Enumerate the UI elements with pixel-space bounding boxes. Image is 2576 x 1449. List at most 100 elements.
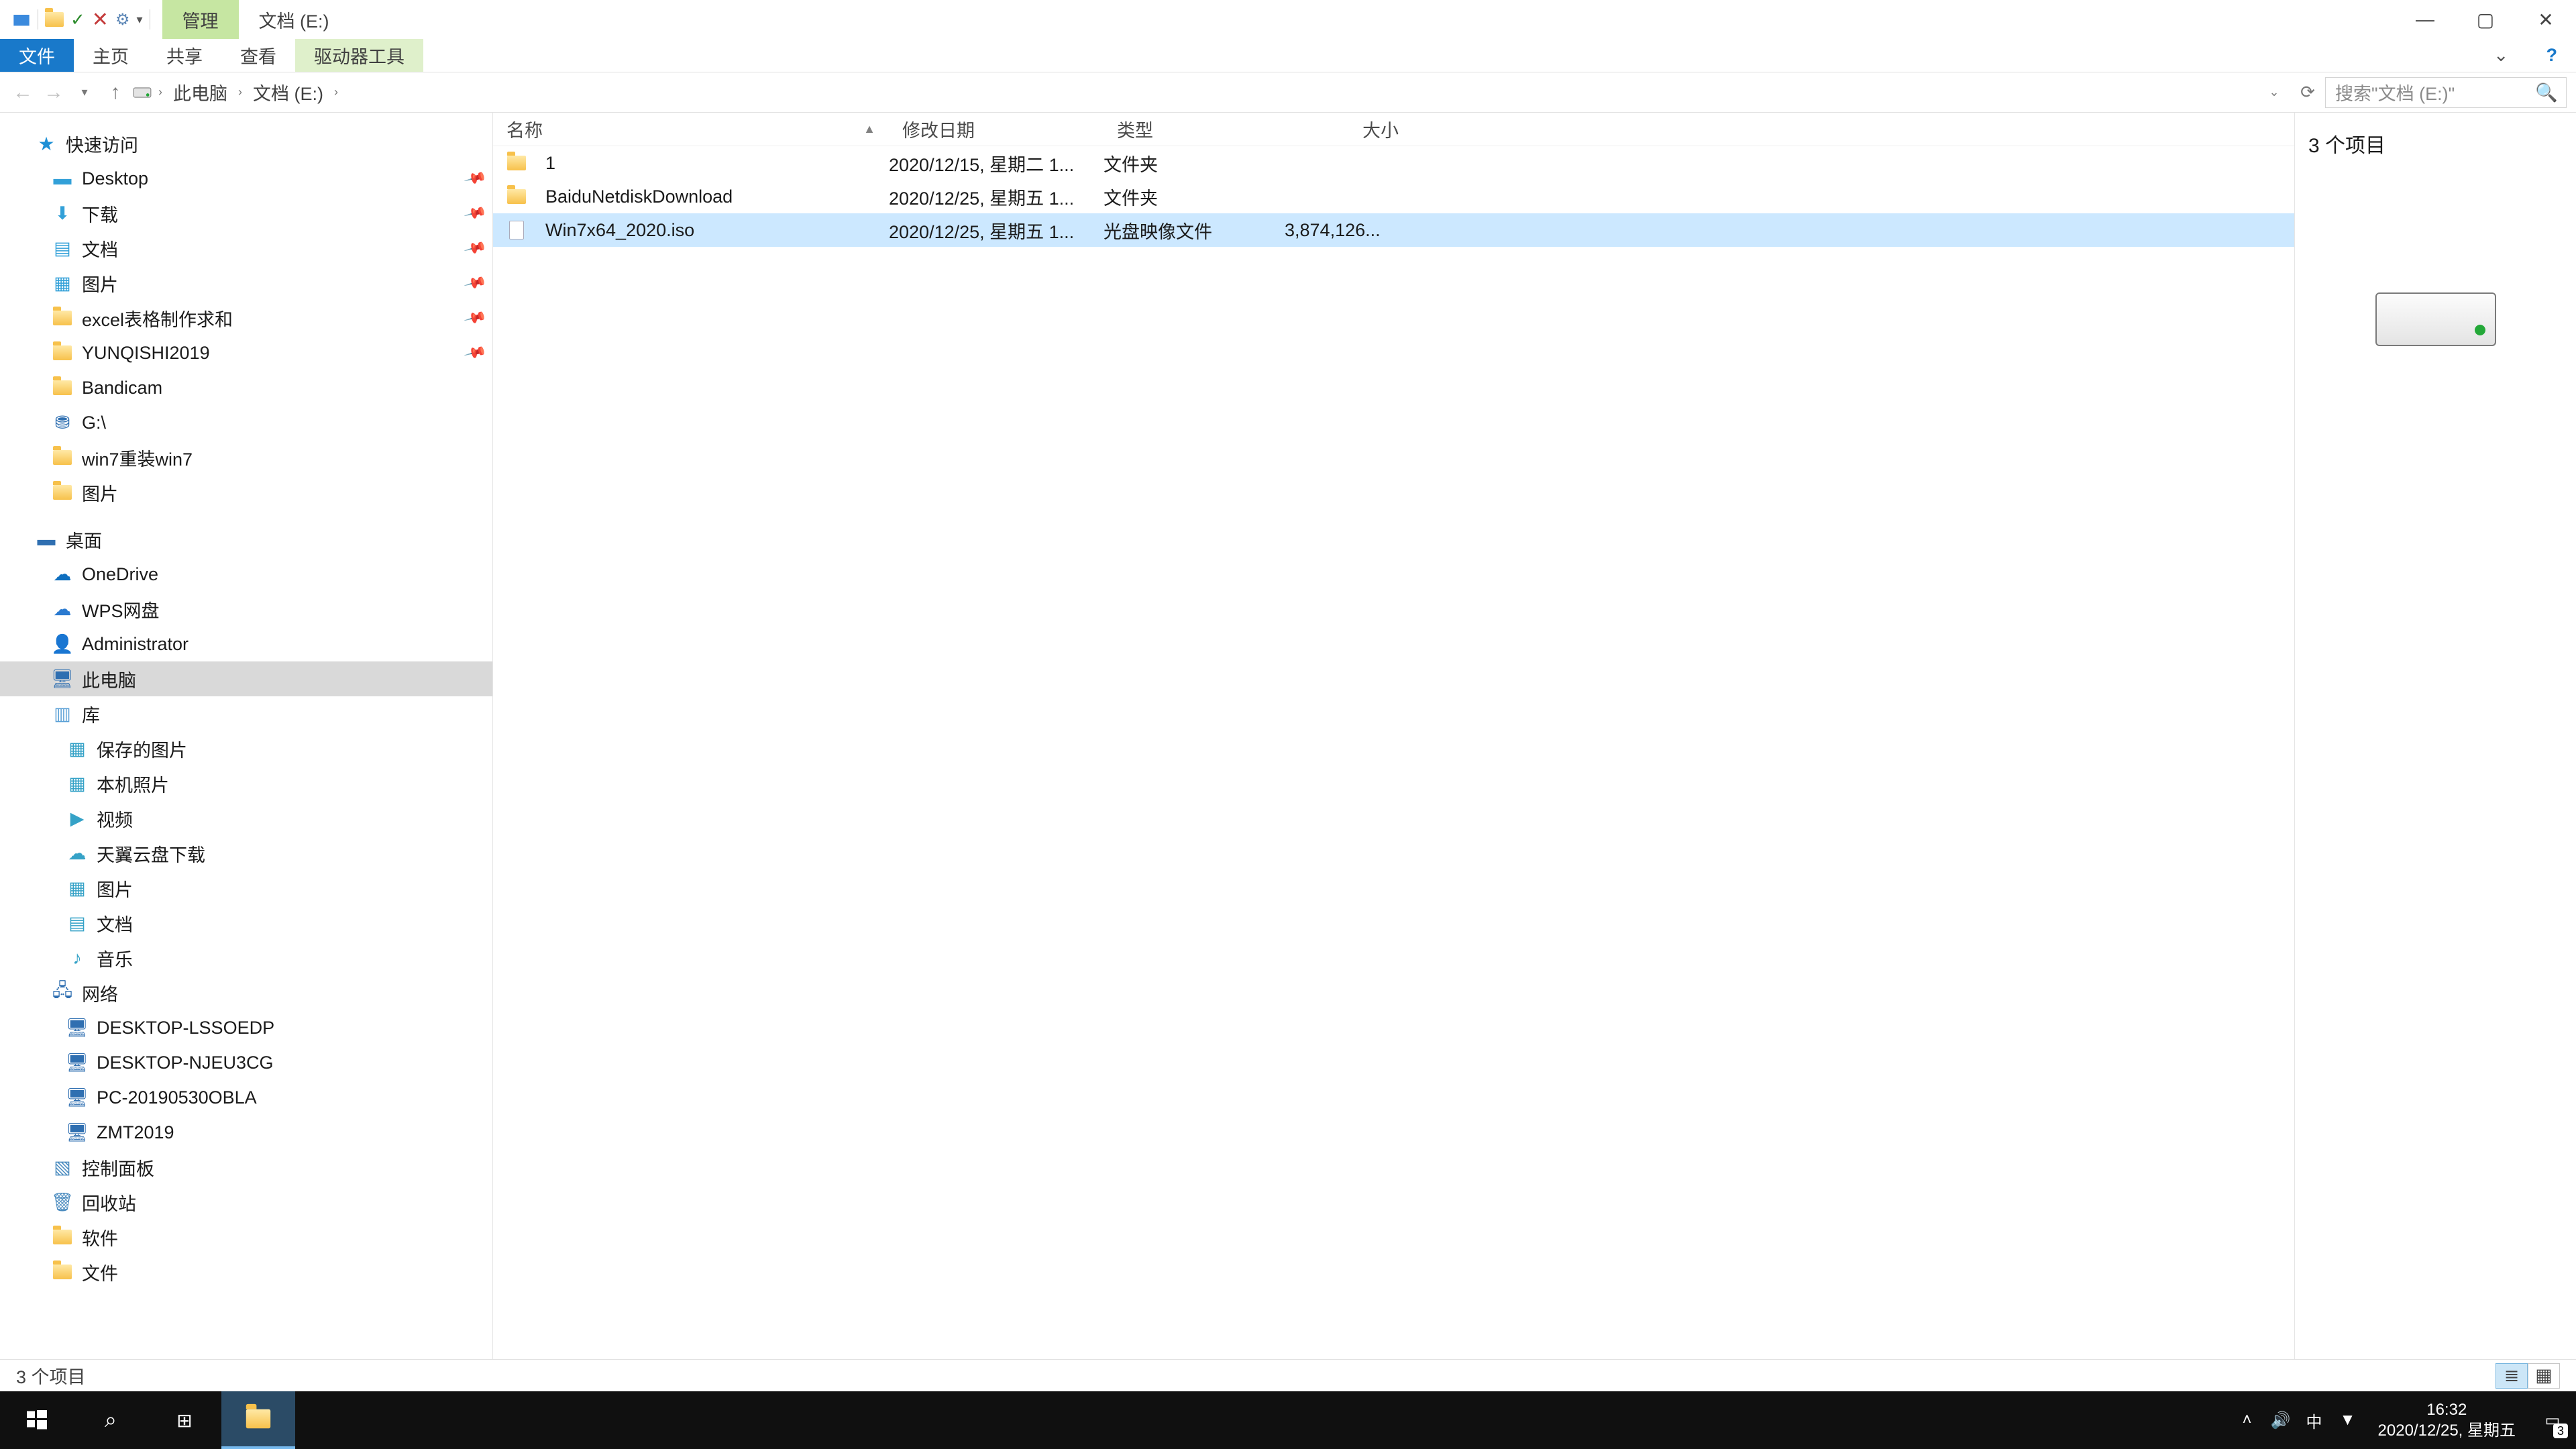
tab-file[interactable]: 文件 xyxy=(0,39,74,72)
column-name[interactable]: 名称▲ xyxy=(493,113,889,146)
recent-dropdown[interactable]: ▾ xyxy=(71,79,98,106)
volume-icon[interactable]: 🔊 xyxy=(2264,1391,2298,1449)
tree-pinned-item[interactable]: ⛃G:\ xyxy=(0,405,492,440)
folder-icon xyxy=(52,378,72,398)
file-row[interactable]: 1 2020/12/15, 星期二 1... 文件夹 xyxy=(493,146,2294,180)
clock-date: 2020/12/25, 星期五 xyxy=(2378,1420,2516,1441)
tree-pinned-item[interactable]: ⬇下载📌 xyxy=(0,196,492,231)
tree-user[interactable]: 👤Administrator xyxy=(0,627,492,661)
forward-button[interactable]: → xyxy=(40,79,67,106)
tray-expand-button[interactable]: ˄ xyxy=(2231,1391,2264,1449)
breadcrumb-drive[interactable]: 文档 (E:) xyxy=(249,79,327,105)
tree-folder[interactable]: 文件 xyxy=(0,1254,492,1289)
tree-pinned-item[interactable]: win7重装win7 xyxy=(0,440,492,475)
tab-home[interactable]: 主页 xyxy=(74,39,148,72)
address-bar[interactable]: › 此电脑 › 文档 (E:) › ⌄ ⟳ xyxy=(133,79,2321,106)
tab-share[interactable]: 共享 xyxy=(148,39,221,72)
tree-library-item[interactable]: ▦保存的图片 xyxy=(0,731,492,766)
tree-library-item[interactable]: ☁天翼云盘下载 xyxy=(0,836,492,871)
tree-desktop[interactable]: ▬桌面 xyxy=(0,522,492,557)
tree-network-pc[interactable]: 🖥DESKTOP-NJEU3CG xyxy=(0,1045,492,1080)
folder-qat-icon[interactable] xyxy=(45,12,64,27)
tree-network[interactable]: 🖧网络 xyxy=(0,975,492,1010)
tab-view[interactable]: 查看 xyxy=(221,39,295,72)
start-button[interactable] xyxy=(0,1391,74,1449)
drive-preview-icon xyxy=(2375,292,2496,346)
check-qat-icon[interactable]: ✓ xyxy=(70,9,85,30)
tree-network-pc[interactable]: 🖥PC-20190530OBLA xyxy=(0,1080,492,1115)
tree-recycle-bin[interactable]: 🗑回收站 xyxy=(0,1185,492,1220)
column-size[interactable]: 大小 xyxy=(1285,113,1419,146)
column-date[interactable]: 修改日期 xyxy=(889,113,1104,146)
tree-library-item[interactable]: ▶视频 xyxy=(0,801,492,836)
up-button[interactable]: ↑ xyxy=(102,79,129,106)
tree-network-pc[interactable]: 🖥DESKTOP-LSSOEDP xyxy=(0,1010,492,1045)
window-title: 文档 (E:) xyxy=(239,7,350,33)
tree-pinned-item[interactable]: ▦图片📌 xyxy=(0,266,492,301)
ribbon-expand-button[interactable]: ⌄ xyxy=(2475,39,2528,72)
context-tab-manage[interactable]: 管理 xyxy=(162,0,239,39)
tab-drive-tools[interactable]: 驱动器工具 xyxy=(295,39,423,72)
tree-library-item[interactable]: ♪音乐 xyxy=(0,941,492,975)
taskbar: ⌕ ⊞ ˄ 🔊 中 ▼ 16:32 2020/12/25, 星期五 ▭ 3 xyxy=(0,1391,2576,1449)
tree-pinned-item[interactable]: excel表格制作求和📌 xyxy=(0,301,492,335)
maximize-button[interactable]: ▢ xyxy=(2455,0,2516,39)
chevron-right-icon[interactable]: › xyxy=(234,85,246,99)
help-button[interactable]: ? xyxy=(2528,39,2576,72)
tree-quick-access[interactable]: ★ 快速访问 xyxy=(0,126,492,161)
app-icon xyxy=(12,10,31,29)
details-pane: 3 个项目 xyxy=(2294,113,2576,1359)
downloads-icon: ⬇ xyxy=(52,203,72,223)
folder-icon xyxy=(52,308,72,328)
delete-qat-icon[interactable]: ✕ xyxy=(92,8,109,32)
tree-pinned-item[interactable]: 图片 xyxy=(0,475,492,510)
tree-this-pc[interactable]: 🖥此电脑 xyxy=(0,661,492,696)
search-placeholder: 搜索"文档 (E:)" xyxy=(2335,79,2455,105)
task-view-button[interactable]: ⊞ xyxy=(148,1391,221,1449)
file-row[interactable]: Win7x64_2020.iso 2020/12/25, 星期五 1... 光盘… xyxy=(493,213,2294,247)
close-button[interactable]: ✕ xyxy=(2516,0,2576,39)
chevron-right-icon[interactable]: › xyxy=(330,85,342,99)
refresh-button[interactable]: ⟳ xyxy=(2294,79,2321,106)
tree-library-item[interactable]: ▤文档 xyxy=(0,906,492,941)
search-taskbar-button[interactable]: ⌕ xyxy=(74,1391,148,1449)
tree-control-panel[interactable]: ▧控制面板 xyxy=(0,1150,492,1185)
tree-network-pc[interactable]: 🖥ZMT2019 xyxy=(0,1115,492,1150)
taskbar-clock[interactable]: 16:32 2020/12/25, 星期五 xyxy=(2365,1399,2529,1441)
cloud-icon: ☁ xyxy=(52,599,72,619)
search-input[interactable]: 搜索"文档 (E:)" 🔍 xyxy=(2325,77,2567,108)
properties-qat-icon[interactable]: ⚙ xyxy=(115,10,130,30)
file-row[interactable]: BaiduNetdiskDownload 2020/12/25, 星期五 1..… xyxy=(493,180,2294,213)
drive-icon: ⛃ xyxy=(52,413,72,433)
security-icon[interactable]: ▼ xyxy=(2331,1391,2365,1449)
address-dropdown[interactable]: ⌄ xyxy=(2261,79,2288,106)
ime-icon[interactable]: 中 xyxy=(2298,1391,2331,1449)
thumbnails-view-button[interactable]: ▦ xyxy=(2528,1363,2560,1389)
tree-library-item[interactable]: ▦本机照片 xyxy=(0,766,492,801)
minimize-button[interactable]: — xyxy=(2395,0,2455,39)
breadcrumb-this-pc[interactable]: 此电脑 xyxy=(169,79,231,105)
tree-onedrive[interactable]: ☁OneDrive xyxy=(0,557,492,592)
chevron-right-icon[interactable]: › xyxy=(154,85,166,99)
taskbar-explorer[interactable] xyxy=(221,1391,295,1449)
action-center-button[interactable]: ▭ 3 xyxy=(2529,1391,2576,1449)
search-icon: 🔍 xyxy=(2535,82,2558,103)
tree-wps[interactable]: ☁WPS网盘 xyxy=(0,592,492,627)
tree-folder[interactable]: 软件 xyxy=(0,1220,492,1254)
clock-time: 16:32 xyxy=(2426,1399,2467,1420)
recycle-bin-icon: 🗑 xyxy=(52,1192,72,1212)
explorer-window: ✓ ✕ ⚙ ▾ 管理 文档 (E:) — ▢ ✕ 文件 主页 共享 查看 驱动器… xyxy=(0,0,2576,1391)
cloud-icon: ☁ xyxy=(52,564,72,584)
back-button[interactable]: ← xyxy=(9,79,36,106)
tree-pinned-item[interactable]: ▤文档📌 xyxy=(0,231,492,266)
details-view-button[interactable]: ≣ xyxy=(2496,1363,2528,1389)
tree-pinned-item[interactable]: ▬Desktop📌 xyxy=(0,161,492,196)
tree-library-item[interactable]: ▦图片 xyxy=(0,871,492,906)
tree-pinned-item[interactable]: YUNQISHI2019📌 xyxy=(0,335,492,370)
navigation-bar: ← → ▾ ↑ › 此电脑 › 文档 (E:) › ⌄ ⟳ 搜索"文档 (E:)… xyxy=(0,72,2576,113)
tree-pinned-item[interactable]: Bandicam xyxy=(0,370,492,405)
drive-address-icon xyxy=(133,85,152,101)
tree-libraries[interactable]: ▥库 xyxy=(0,696,492,731)
column-type[interactable]: 类型 xyxy=(1104,113,1285,146)
qat-dropdown-icon[interactable]: ▾ xyxy=(136,13,142,27)
